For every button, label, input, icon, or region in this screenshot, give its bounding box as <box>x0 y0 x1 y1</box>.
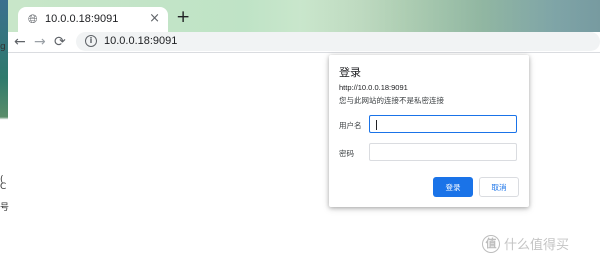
dialog-url: http://10.0.0.18:9091 <box>339 83 408 92</box>
browser-tab[interactable]: 🌐︎ 10.0.0.18:9091 × <box>18 7 168 32</box>
username-field[interactable] <box>369 115 517 133</box>
desktop-glyph: 号 <box>0 203 10 213</box>
tab-bar: 🌐︎ 10.0.0.18:9091 × + <box>8 0 600 32</box>
desktop-glyph: C <box>0 182 7 192</box>
watermark: 值 什么值得买 <box>482 234 592 254</box>
password-field[interactable] <box>369 143 517 161</box>
address-url: 10.0.0.18:9091 <box>104 35 178 47</box>
browser-toolbar: ← → ⟳ i 10.0.0.18:9091 <box>8 32 600 53</box>
password-label: 密码 <box>339 149 354 158</box>
dialog-warning: 您与此网站的连接不是私密连接 <box>339 96 444 105</box>
reload-button[interactable]: ⟳ <box>54 33 66 51</box>
tab-bar-background <box>300 0 600 32</box>
watermark-text: 什么值得买 <box>504 238 570 253</box>
globe-icon: 🌐︎ <box>28 12 38 26</box>
cancel-button[interactable]: 取消 <box>479 177 519 197</box>
desktop-edge <box>0 0 8 260</box>
info-icon[interactable]: i <box>85 35 97 47</box>
desktop-glyph: g <box>0 42 6 52</box>
back-button[interactable]: ← <box>14 33 26 51</box>
address-bar[interactable]: i 10.0.0.18:9091 <box>76 32 600 51</box>
auth-dialog: 登录 http://10.0.0.18:9091 您与此网站的连接不是私密连接 … <box>329 55 529 207</box>
close-icon[interactable]: × <box>149 11 160 26</box>
dialog-title: 登录 <box>339 66 361 79</box>
forward-button[interactable]: → <box>34 33 46 51</box>
text-caret <box>376 120 377 130</box>
tab-title: 10.0.0.18:9091 <box>45 13 119 25</box>
login-button[interactable]: 登录 <box>433 177 473 197</box>
watermark-logo: 值 <box>482 235 500 253</box>
username-label: 用户名 <box>339 121 362 130</box>
new-tab-button[interactable]: + <box>176 7 190 27</box>
